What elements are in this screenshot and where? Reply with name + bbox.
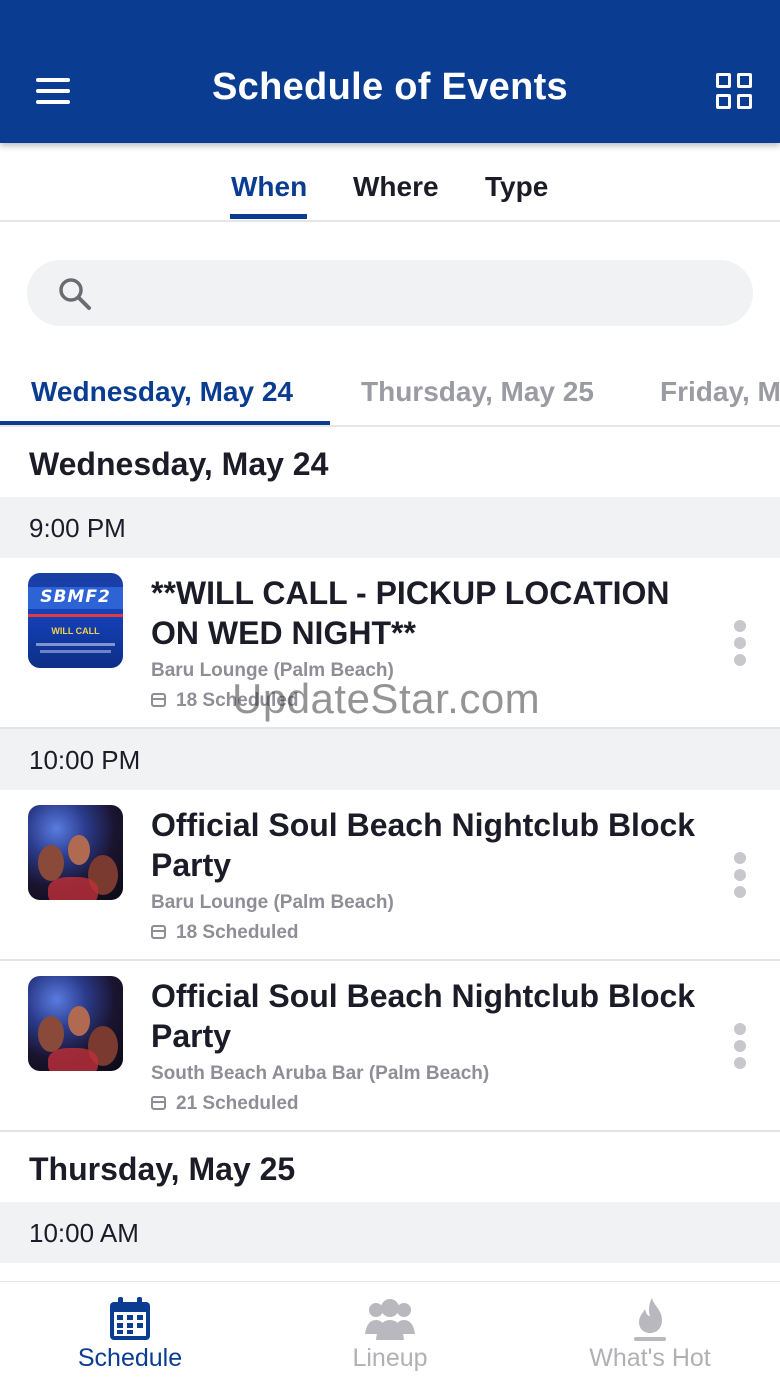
nav-label: Lineup <box>352 1344 428 1372</box>
day-tab-wednesday[interactable]: Wednesday, May 24 <box>31 376 293 408</box>
tab-type[interactable]: Type <box>485 171 548 203</box>
page-title: Schedule of Events <box>212 66 568 108</box>
search-icon <box>59 278 91 310</box>
event-item[interactable]: Official Soul Beach Nightclub Block Part… <box>0 790 780 961</box>
active-tab-indicator <box>230 214 307 219</box>
search-input[interactable] <box>107 270 727 316</box>
scheduled-count: 18 Scheduled <box>151 922 299 944</box>
nav-lineup[interactable]: Lineup <box>260 1282 520 1387</box>
calendar-icon <box>151 693 166 707</box>
day-header-label: Thursday, May 25 <box>29 1151 296 1187</box>
more-options-icon[interactable] <box>728 852 752 902</box>
event-thumbnail: SBMF2 WILL CALL <box>28 573 123 668</box>
calendar-icon <box>151 925 166 939</box>
app-bar: Schedule of Events <box>0 0 780 143</box>
event-thumbnail <box>28 805 123 900</box>
day-header: Thursday, May 25 <box>0 1133 780 1203</box>
nav-whats-hot[interactable]: What's Hot <box>520 1282 780 1387</box>
more-options-icon[interactable] <box>728 620 752 670</box>
scheduled-count: 21 Scheduled <box>151 1093 299 1115</box>
nav-label: Schedule <box>77 1344 183 1372</box>
calendar-icon <box>151 1096 166 1110</box>
calendar-icon <box>110 1297 150 1340</box>
event-venue: South Beach Aruba Bar (Palm Beach) <box>151 1063 490 1084</box>
day-tab-friday[interactable]: Friday, M <box>660 376 780 408</box>
time-header: 9:00 PM <box>0 497 780 558</box>
bottom-nav: Schedule Lineup What's Hot <box>0 1281 780 1387</box>
tab-when[interactable]: When <box>231 171 307 203</box>
event-title: **WILL CALL - PICKUP LOCATION ON WED NIG… <box>151 575 670 651</box>
thumbnail-sub-text: WILL CALL <box>51 626 100 636</box>
grid-view-icon[interactable] <box>716 73 753 110</box>
thumbnail-banner-text: SBMF2 <box>40 587 111 607</box>
active-day-indicator <box>0 421 330 425</box>
more-options-icon[interactable] <box>728 1023 752 1073</box>
event-title: Official Soul Beach Nightclub Block Part… <box>151 978 696 1054</box>
event-item[interactable]: Official Soul Beach Nightclub Block Part… <box>0 961 780 1132</box>
nav-label: What's Hot <box>589 1344 711 1372</box>
event-venue: Baru Lounge (Palm Beach) <box>151 892 394 913</box>
day-header: Wednesday, May 24 <box>0 428 780 498</box>
flame-icon <box>634 1298 666 1341</box>
time-label: 10:00 PM <box>29 745 141 775</box>
event-title: Official Soul Beach Nightclub Block Part… <box>151 807 696 883</box>
watermark: UpdateStar.com <box>232 675 541 722</box>
time-header: 10:00 PM <box>0 729 780 790</box>
nav-schedule[interactable]: Schedule <box>0 1282 260 1387</box>
event-thumbnail <box>28 976 123 1071</box>
time-label: 10:00 AM <box>29 1218 139 1248</box>
filter-tabs: When Where Type <box>0 143 780 222</box>
day-header-label: Wednesday, May 24 <box>29 446 329 482</box>
search-bar[interactable] <box>27 260 753 326</box>
tab-where[interactable]: Where <box>353 171 439 203</box>
day-tab-thursday[interactable]: Thursday, May 25 <box>361 376 594 408</box>
day-tabs: Wednesday, May 24 Thursday, May 25 Frida… <box>0 356 780 427</box>
time-header: 10:00 AM <box>0 1202 780 1263</box>
time-label: 9:00 PM <box>29 513 126 543</box>
people-icon <box>365 1299 415 1340</box>
